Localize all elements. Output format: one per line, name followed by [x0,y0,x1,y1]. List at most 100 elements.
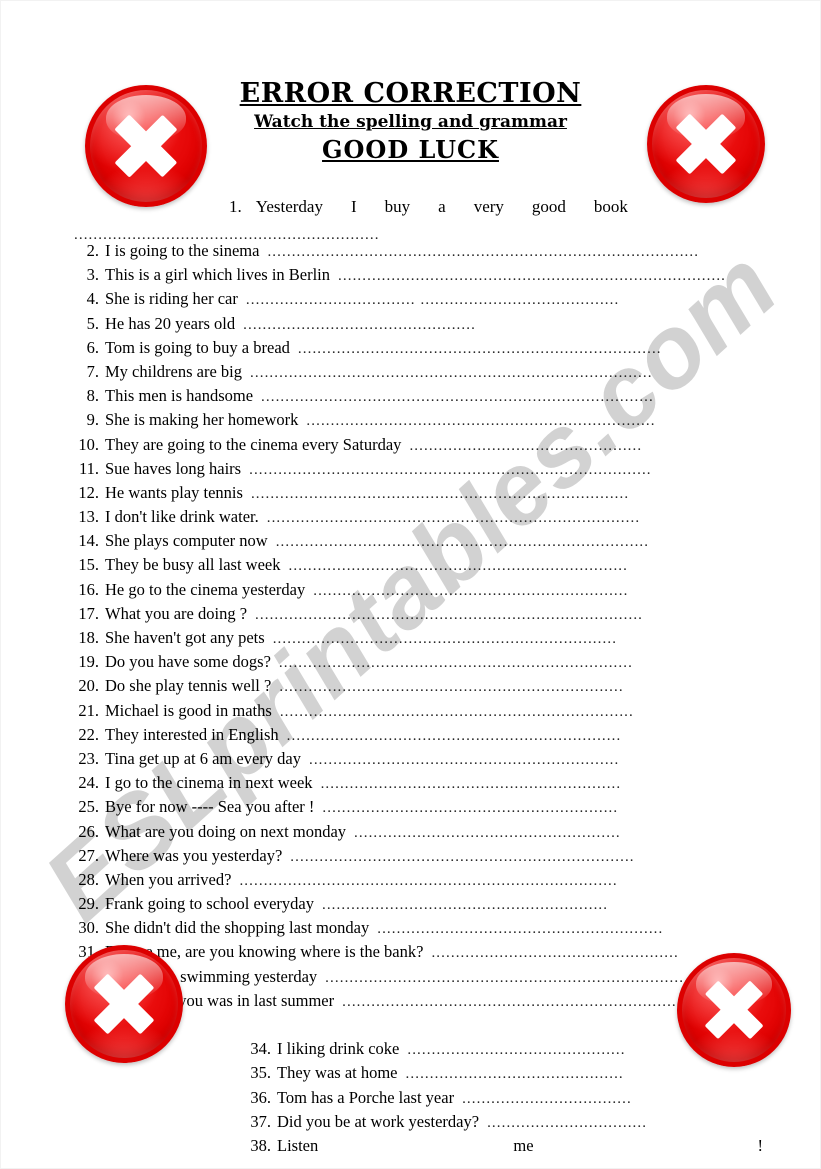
answer-line[interactable]: ........................................… [298,341,662,358]
answer-line[interactable]: ........................................… [325,970,708,987]
answer-line[interactable]: ........................................… [290,849,634,866]
answer-line[interactable]: ................................... [462,1091,632,1108]
answer-line[interactable]: ................................. [487,1115,647,1132]
item-text: This is a girl which lives in Berlin [105,265,331,285]
item-mid-word: me [513,1135,534,1155]
item-number: 6. [86,337,99,357]
answer-line[interactable]: ........................................… [249,462,652,479]
exercise-item: 4. She is riding her car.................… [73,289,763,313]
exercise-item: 37. Did you be at work yesterday?........… [73,1112,763,1136]
error-x-badge-icon-bottom-left [65,945,183,1063]
item-text: They be busy all last week [105,555,281,575]
answer-line[interactable]: ........................................… [338,268,726,285]
exercise-item: 22. They interested in English...........… [73,725,763,749]
exercise-item: 6. Tom is going to buy a bread...........… [73,338,763,362]
exercise-item: 10. They are going to the cinema every Sa… [73,435,763,459]
item-text: Tom has a Porche last year [277,1087,455,1107]
error-x-badge-icon-top-right [647,85,765,203]
item-number: 20. [78,676,99,696]
answer-line[interactable]: ........................................… [342,994,711,1011]
item-number: 18. [78,628,99,647]
item-text: She plays computer now [105,531,268,551]
item-number: 12. [78,482,99,502]
item-text: What you are doing ? [105,603,248,623]
item-text: My childrens are big [105,361,243,381]
answer-line[interactable]: ........................................… [273,631,617,648]
answer-line[interactable]: ........................................… [322,897,608,914]
item-text: Michael is good in maths [105,700,272,720]
answer-line[interactable]: ........................................… [322,800,618,817]
answer-line[interactable]: ........................................… [313,583,628,600]
item-text: Where was you yesterday? [105,845,283,865]
item-text: Listen [277,1135,319,1155]
exercise-item: 15. They be busy all last week...........… [73,555,763,579]
answer-line[interactable]: ........................................… [287,728,622,745]
answer-line[interactable]: ........................................… [309,752,619,769]
answer-line[interactable]: ........................................… [280,704,634,721]
answer-line[interactable]: ........................................… [276,534,649,551]
answer-line[interactable]: ........................................… [243,317,476,334]
exercise-item: 23. Tina get up at 6 am every day........… [73,749,763,773]
item-number: 28. [78,869,99,889]
item-text: This men is handsome [105,386,254,406]
exercise-item: 35. They was at home.....................… [73,1063,763,1087]
answer-line[interactable]: ................................... ....… [246,292,619,309]
item-text: She is making her homework [105,410,299,430]
answer-line[interactable]: ........................................… [409,438,642,455]
exercise-item: 2. I is going to the sinema..............… [73,241,763,265]
item-number: 9. [86,410,99,430]
item-word: very [473,197,504,216]
exercise-item: 20. Do she play tennis well ?............… [73,676,763,700]
answer-line[interactable]: ........................................… [354,825,621,842]
item-number: 5. [86,313,99,333]
worksheet-page: ESLprintables.com ERROR CORRECTION Watch… [0,0,821,1169]
item-word: buy [384,197,411,216]
item-number: 36. [250,1087,271,1107]
answer-line[interactable]: ........................................… [289,558,629,575]
item-number: 10. [78,434,99,454]
item-text: Did you be at work yesterday? [277,1111,480,1131]
item-number: 25. [78,797,99,817]
answer-line[interactable]: ........................................… [407,1042,625,1059]
item-text: They are going to the cinema every Satur… [105,434,402,454]
answer-line[interactable]: ........................................… [261,389,654,406]
answer-line[interactable]: ........................................… [239,873,617,890]
item-text: Bye for now ---- Sea you after ! [105,797,315,817]
item-number: 16. [78,579,99,599]
error-x-badge-icon-bottom-right [677,953,791,1067]
item-word: book [593,197,628,216]
x-mark-icon [85,85,207,207]
item-text: Tina get up at 6 am every day [105,748,301,768]
item-number: 26. [78,821,99,841]
item-number: 17. [78,603,99,623]
item-text: She didn't did the shopping last monday [105,918,370,938]
item-end-mark: ! [757,1135,764,1155]
item-text: I is going to the sinema [105,241,260,260]
answer-line[interactable]: ........................................… [267,244,699,261]
error-x-badge-icon-top-left [85,85,207,207]
answer-line[interactable]: ........................................… [279,679,623,696]
item-number: 1. [229,197,242,216]
item-word: good [531,197,566,216]
answer-line[interactable]: ........................................… [251,486,629,503]
exercise-item: 24. I go to the cinema in next week......… [73,773,763,797]
answer-line[interactable]: ........................................… [321,776,622,793]
item-text: He go to the cinema yesterday [105,579,306,599]
exercise-item: 13. I don't like drink water.............… [73,507,763,531]
item-number: 3. [86,265,99,285]
answer-line[interactable]: ........................................… [73,1160,763,1168]
answer-line[interactable]: ........................................… [306,413,655,430]
answer-line[interactable]: ........................................… [377,921,663,938]
answer-line[interactable]: ........................................… [431,945,678,962]
exercise-item: 30. She didn't did the shopping last mond… [73,918,763,942]
item-text: He wants play tennis [105,482,243,502]
item-text: I don't like drink water. [105,507,259,527]
answer-line[interactable]: ........................................… [255,607,643,624]
exercise-item: 21. Michael is good in maths.............… [73,701,763,725]
answer-line[interactable]: ........................................… [250,365,653,382]
answer-line[interactable]: ........................................… [279,655,633,672]
item-number: 19. [78,652,99,672]
item-text: They was at home [277,1063,398,1083]
answer-line[interactable]: ........................................… [267,510,640,527]
answer-line[interactable]: ........................................… [406,1066,624,1083]
